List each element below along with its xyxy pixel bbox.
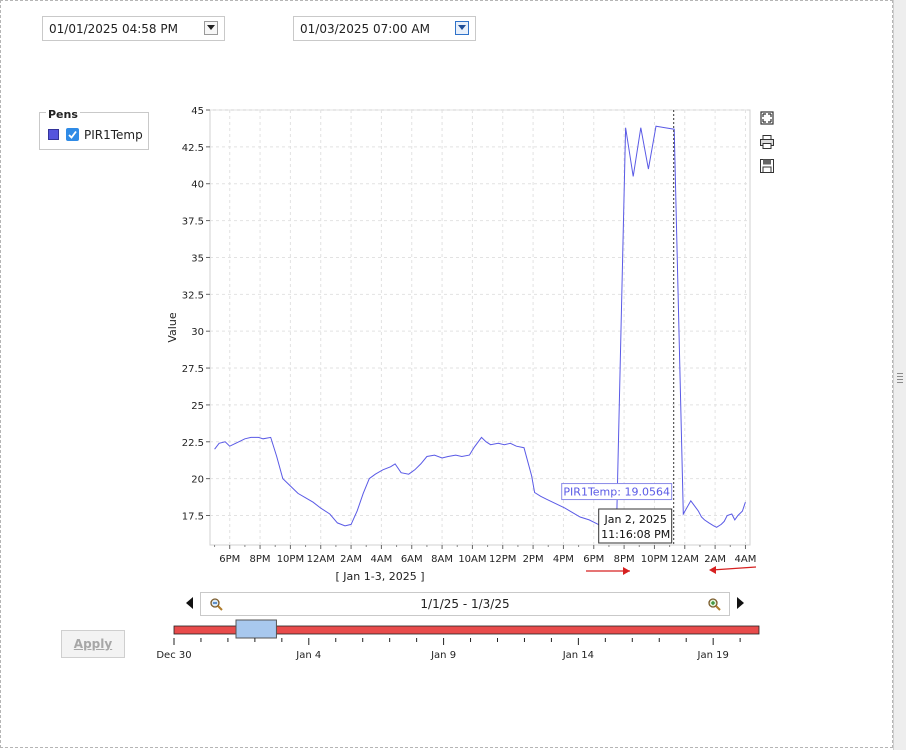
start-date-dropdown-button[interactable] <box>204 21 218 35</box>
x-tick-label: 4AM <box>370 554 392 565</box>
x-tick-label: 8PM <box>614 554 635 565</box>
x-tick-label: 8AM <box>431 554 453 565</box>
x-tick-label: 12AM <box>307 554 335 565</box>
y-tick-label: 25 <box>191 401 204 412</box>
x-tick-label: 10PM <box>641 554 668 565</box>
scrollbar-grip <box>897 373 903 374</box>
x-tick-label: 4AM <box>735 554 757 565</box>
cursor-time-date: Jan 2, 2025 <box>603 513 666 526</box>
start-date-picker[interactable]: 01/01/2025 04:58 PM <box>42 16 225 41</box>
x-axis-label: [ Jan 1-3, 2025 ] <box>336 570 425 583</box>
chevron-down-icon <box>458 25 466 30</box>
start-date-value: 01/01/2025 04:58 PM <box>49 22 178 36</box>
x-tick-label: 12AM <box>671 554 699 565</box>
x-tick-label: 2AM <box>704 554 726 565</box>
x-tick-label: 10PM <box>277 554 304 565</box>
x-tick-label: 12PM <box>489 554 516 565</box>
annotation-arrow-left <box>711 566 757 571</box>
range-navigator: 1/1/25 - 1/3/25 <box>200 592 730 616</box>
x-tick-label: 2PM <box>523 554 544 565</box>
y-tick-label: 32.5 <box>182 290 204 301</box>
pens-title: Pens <box>46 108 80 121</box>
timeline-label: Jan 9 <box>430 650 456 661</box>
cursor-value-label: PIR1Temp: 19.0564 <box>563 486 670 499</box>
end-date-picker[interactable]: 01/03/2025 07:00 AM <box>293 16 476 41</box>
x-tick-label: 6PM <box>583 554 604 565</box>
save-icon[interactable] <box>759 158 775 174</box>
pen-name: PIR1Temp <box>84 128 143 142</box>
plot-area <box>209 109 751 546</box>
x-tick-label: 2AM <box>340 554 362 565</box>
timeline-label: Jan 4 <box>295 650 321 661</box>
apply-button[interactable]: Apply <box>61 630 125 658</box>
triangle-left-icon[interactable] <box>186 597 193 609</box>
scrollbar-grip <box>897 382 903 383</box>
y-tick-label: 17.5 <box>182 512 204 523</box>
y-axis-label: Value <box>166 312 179 342</box>
y-tick-label: 35 <box>191 253 204 264</box>
x-tick-label: 10AM <box>458 554 486 565</box>
x-tick-label: 4PM <box>553 554 574 565</box>
timeline-selection[interactable] <box>235 619 277 639</box>
range-label: 1/1/25 - 1/3/25 <box>420 597 510 611</box>
y-tick-label: 37.5 <box>182 217 204 228</box>
end-date-dropdown-button[interactable] <box>455 21 469 35</box>
triangle-right-icon[interactable] <box>737 597 744 609</box>
y-tick-label: 30 <box>191 327 204 338</box>
y-tick-label: 20 <box>191 475 204 486</box>
timeline-overview[interactable]: Dec 30 Jan 4 Jan 9 Jan 14 Jan 19 <box>150 618 770 662</box>
timeline-label: Jan 19 <box>697 650 729 661</box>
pen-color-swatch <box>48 129 59 140</box>
chevron-down-icon <box>207 25 215 30</box>
checkmark-icon <box>68 130 77 139</box>
zoom-in-icon[interactable] <box>707 597 721 611</box>
timeline-label: Dec 30 <box>156 650 191 661</box>
print-icon[interactable] <box>759 134 775 150</box>
y-tick-label: 40 <box>191 180 204 191</box>
cursor-time-time: 11:16:08 PM <box>601 528 670 541</box>
scrollbar-grip <box>897 376 903 377</box>
x-tick-label: 6AM <box>401 554 423 565</box>
annotation-arrowhead <box>623 567 630 575</box>
trend-chart[interactable]: 45 42.5 40 37.5 35 32.5 30 27.5 25 22.5 20 17.5 6PM 8… <box>160 105 760 583</box>
y-tick-label: 22.5 <box>182 438 204 449</box>
pen-checkbox[interactable] <box>66 128 79 141</box>
fit-to-screen-icon[interactable] <box>759 110 775 126</box>
x-tick-label: 6PM <box>219 554 240 565</box>
y-tick-label: 27.5 <box>182 364 204 375</box>
scrollbar-grip <box>897 379 903 380</box>
annotation-arrowhead <box>709 566 716 574</box>
end-date-value: 01/03/2025 07:00 AM <box>300 22 430 36</box>
pens-legend: Pens PIR1Temp <box>39 108 149 150</box>
vertical-scrollbar[interactable] <box>893 0 906 750</box>
x-tick-label: 8PM <box>250 554 271 565</box>
timeline-label: Jan 14 <box>562 650 594 661</box>
y-tick-label: 42.5 <box>182 143 204 154</box>
y-tick-label: 45 <box>191 106 204 117</box>
